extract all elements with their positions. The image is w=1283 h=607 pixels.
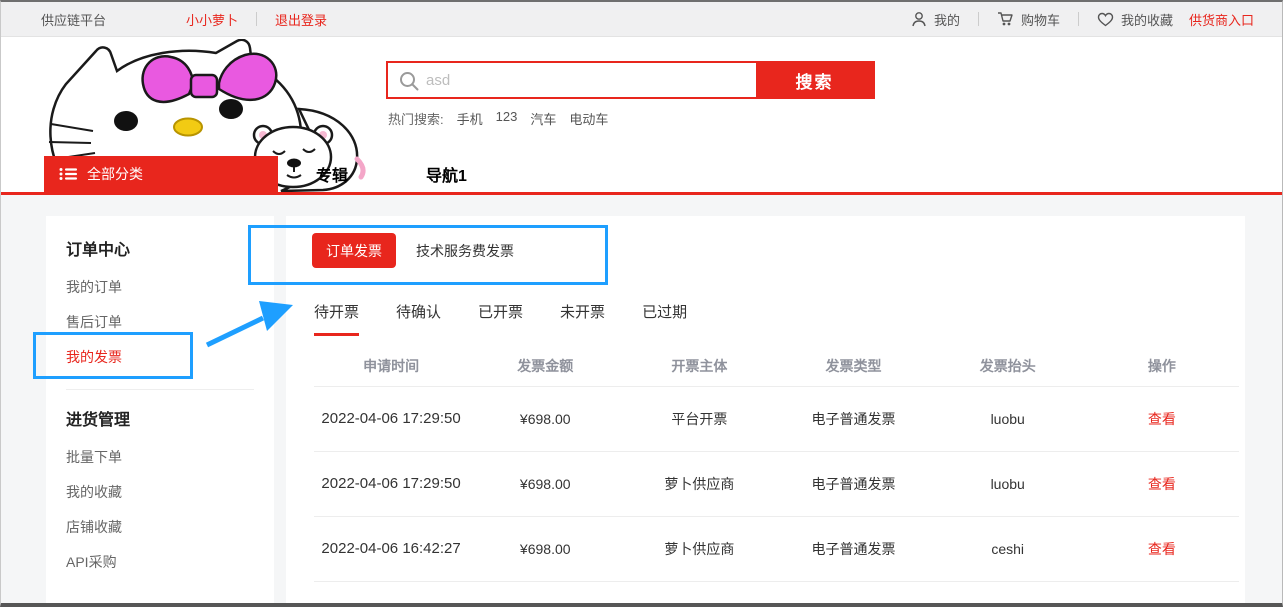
nav-item-nav1[interactable]: 导航1 [426, 156, 467, 192]
app-window: 供应链平台 小小萝卜 退出登录 我的 购物车 我的收藏 供货商入口 [0, 0, 1283, 607]
cell-type: 电子普通发票 [776, 386, 930, 451]
cart-icon [997, 11, 1014, 27]
sidebar-item[interactable]: 我的订单 [66, 270, 254, 305]
cell-amount: ¥698.00 [468, 451, 622, 516]
cell-action: 查看 [1085, 451, 1239, 516]
divider [978, 12, 979, 26]
table-header-cell: 操作 [1085, 346, 1239, 386]
view-link[interactable]: 查看 [1148, 541, 1176, 557]
search-bar: 搜索 [386, 61, 875, 99]
table-header-cell: 开票主体 [622, 346, 776, 386]
sidebar-item[interactable]: 店铺收藏 [66, 510, 254, 545]
cell-type: 电子普通发票 [776, 451, 930, 516]
my-account-link[interactable]: 我的 [911, 10, 960, 29]
hot-search-item[interactable]: 123 [496, 109, 518, 128]
view-link[interactable]: 查看 [1148, 411, 1176, 427]
username-link[interactable]: 小小萝卜 [186, 10, 238, 29]
view-link[interactable]: 查看 [1148, 476, 1176, 492]
site-header: 搜索 热门搜索: 手机 123 汽车电动车 全部分类 专辑 导航1 [1, 37, 1282, 195]
cell-action: 查看 [1085, 386, 1239, 451]
all-categories-button[interactable]: 全部分类 [44, 156, 278, 192]
invoice-status-tab-active[interactable]: 待开票 [314, 301, 359, 336]
cell-subject: 萝卜供应商 [622, 451, 776, 516]
invoice-status-tab[interactable]: 待确认 [396, 301, 441, 336]
cell-apply-time: 2022-04-06 16:42:27 [314, 516, 468, 581]
invoice-type-tabs: 订单发票技术服务费发票 [312, 233, 1230, 268]
invoice-type-tab[interactable]: 技术服务费发票 [402, 233, 528, 268]
table-row: 2022-04-06 17:29:50¥698.00平台开票电子普通发票luob… [314, 386, 1239, 451]
table-header-cell: 发票类型 [776, 346, 930, 386]
cell-subject: 平台开票 [622, 386, 776, 451]
cell-subject: 萝卜供应商 [622, 516, 776, 581]
sidebar: 订单中心我的订单售后订单我的发票进货管理批量下单我的收藏店铺收藏API采购 [46, 216, 274, 607]
invoice-table: 申请时间发票金额开票主体发票类型发票抬头操作 2022-04-06 17:29:… [314, 346, 1239, 582]
invoice-status-tab[interactable]: 已过期 [642, 301, 687, 336]
person-icon [911, 11, 927, 27]
invoice-panel: 订单发票技术服务费发票 待开票 待确认 已开票 未开票 已过期 申请时间发票金额开票主体… [286, 216, 1245, 607]
cell-type: 电子普通发票 [776, 516, 930, 581]
sidebar-item[interactable]: 批量下单 [66, 440, 254, 475]
favorites-link[interactable]: 我的收藏 [1097, 10, 1173, 29]
hot-search-item[interactable]: 手机 [457, 109, 483, 128]
table-header-cell: 发票抬头 [931, 346, 1085, 386]
invoice-status-tabs: 待开票 待确认 已开票 未开票 已过期 [314, 301, 1230, 336]
divider [256, 12, 257, 26]
cart-link[interactable]: 购物车 [997, 10, 1060, 29]
sidebar-section-title: 进货管理 [66, 408, 254, 434]
cell-title: ceshi [931, 516, 1085, 581]
logout-link[interactable]: 退出登录 [275, 10, 327, 29]
all-categories-label: 全部分类 [87, 164, 143, 184]
hot-search: 热门搜索: 手机 123 汽车电动车 [388, 109, 608, 128]
sidebar-item[interactable]: 我的收藏 [66, 475, 254, 510]
cell-amount: ¥698.00 [468, 516, 622, 581]
category-list-icon [59, 167, 77, 181]
search-button[interactable]: 搜索 [756, 63, 873, 97]
sidebar-section-title: 订单中心 [66, 238, 254, 264]
divider [1078, 12, 1079, 26]
supplier-entry-link[interactable]: 供货商入口 [1189, 10, 1254, 29]
cell-amount: ¥698.00 [468, 386, 622, 451]
cell-title: luobu [931, 386, 1085, 451]
table-header-cell: 申请时间 [314, 346, 468, 386]
search-input[interactable] [388, 63, 756, 97]
sidebar-item[interactable]: 售后订单 [66, 305, 254, 340]
cell-apply-time: 2022-04-06 17:29:50 [314, 386, 468, 451]
topbar: 供应链平台 小小萝卜 退出登录 我的 购物车 我的收藏 供货商入口 [1, 2, 1282, 37]
brand-title: 供应链平台 [41, 10, 106, 29]
cell-title: luobu [931, 451, 1085, 516]
favorites-label: 我的收藏 [1121, 10, 1173, 29]
table-row: 2022-04-06 17:29:50¥698.00萝卜供应商电子普通发票luo… [314, 451, 1239, 516]
sidebar-divider [66, 389, 254, 390]
search-icon [398, 70, 420, 92]
page-content: 订单中心我的订单售后订单我的发票进货管理批量下单我的收藏店铺收藏API采购 订单… [1, 195, 1282, 606]
invoice-status-tab[interactable]: 已开票 [478, 301, 523, 336]
invoice-status-tab[interactable]: 未开票 [560, 301, 605, 336]
sidebar-item[interactable]: API采购 [66, 545, 254, 580]
heart-icon [1097, 12, 1114, 27]
nav-item-album[interactable]: 专辑 [316, 156, 348, 192]
hot-search-item[interactable]: 汽车 [530, 109, 556, 128]
table-row: 2022-04-06 16:42:27¥698.00萝卜供应商电子普通发票ces… [314, 516, 1239, 581]
my-account-label: 我的 [934, 10, 960, 29]
invoice-type-tab-active[interactable]: 订单发票 [312, 233, 396, 268]
table-header-cell: 发票金额 [468, 346, 622, 386]
cart-label: 购物车 [1021, 10, 1060, 29]
sidebar-item-active[interactable]: 我的发票 [66, 340, 254, 375]
cell-apply-time: 2022-04-06 17:29:50 [314, 451, 468, 516]
hot-search-label: 热门搜索: [388, 109, 444, 128]
cell-action: 查看 [1085, 516, 1239, 581]
hot-search-item[interactable]: 电动车 [569, 109, 608, 128]
